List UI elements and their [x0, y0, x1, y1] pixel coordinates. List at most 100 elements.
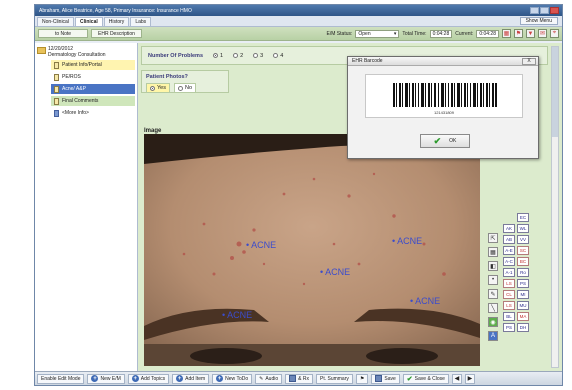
flag-icon: ⚑ — [359, 375, 365, 382]
code-button[interactable]: MU — [517, 301, 529, 310]
add-topics-button[interactable]: + Add Topics — [127, 373, 170, 384]
save-close-button[interactable]: ✔ Save & Close — [402, 373, 449, 384]
button-label: New E/M — [100, 375, 121, 382]
pointer-icon[interactable]: ⇱ — [488, 233, 498, 243]
enable-edit-mode-button[interactable]: Enable Edit Mode — [37, 373, 85, 384]
code-button[interactable]: EC — [517, 213, 529, 222]
option-label: 3 — [260, 52, 264, 59]
pt-summary-button[interactable]: Pt. Summary — [315, 373, 353, 384]
tree-item-more-info[interactable]: <More Info> — [51, 108, 135, 118]
maximize-button[interactable] — [540, 7, 549, 14]
window-title: Abraham, Alice Beatrice, Age 58, Primary… — [39, 7, 192, 14]
code-button[interactable]: PS — [503, 323, 515, 332]
em-status-select[interactable]: Open ▾ — [355, 29, 400, 38]
flag-button[interactable]: ⚑ — [355, 373, 369, 384]
tab-non-clinical[interactable]: Non-Clinical — [37, 17, 74, 26]
total-time-value: 0:04:28 — [429, 29, 453, 38]
option-label: Yes — [157, 85, 166, 91]
visit-node[interactable]: 12/20/2012 Dermatology Consultation — [37, 46, 135, 58]
patient-photo[interactable]: • ACNE • ACNE • ACNE • ACNE • ACNE — [144, 134, 480, 366]
dialog-close-button[interactable]: X — [522, 57, 536, 65]
photos-section: Patient Photos? Yes No — [141, 70, 229, 93]
code-button[interactable]: VV — [517, 235, 529, 244]
line-icon[interactable]: ╲ — [488, 303, 498, 313]
problems-option-4[interactable]: 4 — [273, 53, 283, 59]
flag-icon[interactable]: ⚑ — [514, 29, 523, 38]
show-menu-button[interactable]: Show Menu — [519, 17, 558, 25]
code-button[interactable]: DH — [517, 323, 529, 332]
scrollbar-thumb[interactable] — [552, 47, 558, 137]
acne-annotation[interactable]: • ACNE — [222, 310, 252, 320]
mail-icon[interactable]: ✉ — [538, 29, 547, 38]
tree-item-final-comments[interactable]: Final Comments — [51, 96, 135, 106]
window-close-button[interactable] — [550, 7, 559, 14]
text-icon[interactable]: A — [488, 331, 498, 341]
tree-item-acne-ap[interactable]: Acne/ A&P — [51, 84, 135, 94]
code-button[interactable]: CL — [503, 290, 515, 299]
tree-item-patient-info[interactable]: Patient Info/Portal — [51, 60, 135, 70]
tab-labs[interactable]: Labs — [130, 17, 152, 26]
ok-button[interactable]: ✔ OK — [420, 134, 470, 148]
filter-icon[interactable]: ▼ — [526, 29, 535, 38]
acne-annotation[interactable]: • ACNE — [246, 240, 276, 250]
previous-button[interactable]: ◀ — [451, 373, 462, 384]
tree-item-label: Patient Info/Portal — [62, 62, 102, 68]
audio-button[interactable]: ✎ Audio — [255, 373, 283, 384]
add-item-button[interactable]: + Add Item — [172, 373, 210, 384]
option-label: 2 — [240, 52, 244, 59]
code-button[interactable]: Ro — [517, 268, 529, 277]
new-em-button[interactable]: + New E/M — [87, 373, 125, 384]
tree-item-pe-ros[interactable]: PE/ROS — [51, 72, 135, 82]
problems-option-3[interactable]: 3 — [253, 53, 263, 59]
document-icon — [54, 85, 59, 93]
acne-annotation[interactable]: • ACNE — [410, 296, 440, 306]
eraser-icon[interactable]: ◧ — [488, 261, 498, 271]
erx-button[interactable]: & Rx — [285, 373, 313, 384]
calendar-icon[interactable]: ▦ — [502, 29, 511, 38]
code-button[interactable]: WL — [517, 224, 529, 233]
save-button[interactable]: Save — [371, 373, 400, 384]
visit-toolbar: to Note EHR Description E/M Status: Open… — [35, 27, 562, 41]
code-button[interactable]: LS — [503, 301, 515, 310]
code-button[interactable]: SC — [517, 246, 529, 255]
ehr-description-button[interactable]: EHR Description — [91, 29, 142, 38]
code-button[interactable]: BC — [517, 257, 529, 266]
visit-tree: 12/20/2012 Dermatology Consultation Pati… — [35, 43, 138, 371]
content-scrollbar[interactable] — [551, 46, 559, 368]
pin-icon[interactable]: ⌖ — [550, 29, 559, 38]
code-button[interactable]: LS — [503, 279, 515, 288]
photos-no-option[interactable]: No — [173, 83, 197, 93]
em-status-label: E/M Status: — [326, 30, 353, 37]
tab-bar: Non-Clinical Clinical History Labs Show … — [35, 16, 562, 27]
palette-icon[interactable]: ◉ — [488, 317, 498, 327]
grid-icon[interactable]: ▦ — [488, 247, 498, 257]
code-button[interactable]: BL — [503, 312, 515, 321]
radio-icon — [233, 53, 239, 58]
plus-icon: + — [91, 375, 99, 382]
code-button[interactable]: AB — [503, 235, 515, 244]
code-button[interactable]: A-E — [503, 246, 515, 255]
new-todo-button[interactable]: + New ToDo — [212, 373, 253, 384]
photos-yes-option[interactable]: Yes — [146, 83, 170, 93]
acne-annotation[interactable]: • ACNE — [320, 267, 350, 277]
disk-icon — [375, 375, 383, 382]
drawing-tools: ⇱ ▦ ◧ • ✎ ╲ ◉ A — [488, 233, 498, 341]
minimize-button[interactable] — [530, 7, 539, 14]
problems-option-1[interactable]: 1 — [213, 53, 223, 59]
button-label: Audio — [265, 375, 279, 382]
code-button[interactable]: MA — [517, 312, 529, 321]
code-button[interactable]: A-1 — [503, 268, 515, 277]
code-button[interactable]: AK — [503, 224, 515, 233]
code-button[interactable]: A-C — [503, 257, 515, 266]
code-button[interactable]: MI — [517, 290, 529, 299]
code-button[interactable]: PS — [517, 279, 529, 288]
pen-icon[interactable]: ✎ — [488, 289, 498, 299]
tree-item-label: Acne/ A&P — [62, 86, 86, 92]
tab-clinical[interactable]: Clinical — [74, 17, 103, 26]
acne-annotation[interactable]: • ACNE — [392, 236, 422, 246]
to-note-button[interactable]: to Note — [38, 29, 88, 38]
dot-icon[interactable]: • — [488, 275, 498, 285]
problems-option-2[interactable]: 2 — [233, 53, 243, 59]
next-button[interactable]: ▶ — [464, 373, 475, 384]
tab-history[interactable]: History — [103, 17, 130, 26]
